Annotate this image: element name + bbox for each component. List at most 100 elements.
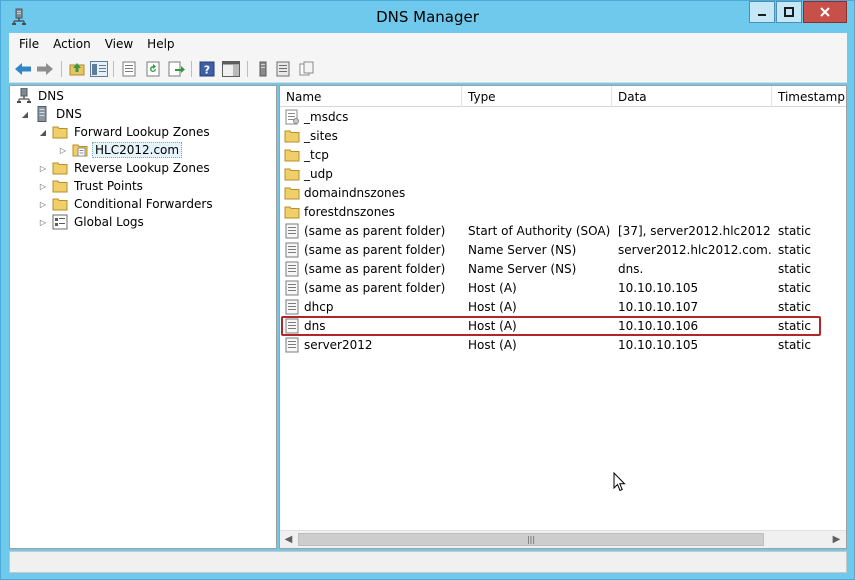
table-row[interactable]: _udp [280,164,846,183]
show-hide-tree-icon[interactable] [89,59,109,79]
cell-name: _sites [284,126,462,145]
expand-arrow-icon[interactable]: ▷ [38,181,48,191]
expand-arrow-icon[interactable]: ▷ [38,199,48,209]
forward-icon[interactable] [35,59,55,79]
menu-help[interactable]: Help [141,37,180,51]
column-header-label: Data [618,89,647,104]
tree-item-dns-server[interactable]: ◢ DNS [20,105,84,123]
column-header-name[interactable]: Name [280,86,462,107]
cell-name: server2012 [284,335,462,354]
table-row[interactable]: _msdcs [280,107,846,126]
close-button[interactable] [803,1,847,23]
tree-item-global-logs[interactable]: ▷ Global Logs [38,213,146,231]
up-folder-icon[interactable] [67,59,87,79]
menu-view[interactable]: View [99,37,139,51]
cell-type: Name Server (NS) [468,242,577,257]
back-icon[interactable] [13,59,33,79]
export-list-icon[interactable] [167,59,187,79]
table-row[interactable]: (same as parent folder) Name Server (NS) s… [280,240,846,259]
table-row[interactable]: domaindnszones [280,183,846,202]
menu-action[interactable]: Action [47,37,97,51]
tree-item-dns-root[interactable]: DNS [16,87,66,105]
table-row[interactable]: (same as parent folder) Name Server (NS) d… [280,259,846,278]
table-row[interactable]: (same as parent folder) Host (A) 10.10.10.… [280,278,846,297]
cell-data [618,164,772,183]
list-icon[interactable] [273,59,293,79]
table-row[interactable]: server2012 Host (A) 10.10.10.105 static [280,335,846,354]
cell-data [618,183,772,202]
cell-type: Host (A) [468,299,517,314]
menu-file[interactable]: File [13,37,45,51]
cell-name-text: _udp [304,166,333,181]
minimize-button[interactable] [749,1,775,23]
folder-icon [284,147,300,163]
cell-name-text: dns [304,318,326,333]
cell-name: (same as parent folder) [284,221,462,240]
column-header-data[interactable]: Data [612,86,772,107]
refresh-icon[interactable] [143,59,163,79]
tree-item-conditional-forwarders[interactable]: ▷ Conditional Forwarders [38,195,215,213]
folder-icon [284,128,300,144]
collapse-arrow-icon[interactable]: ◢ [20,109,30,119]
cell-type: Host (A) [468,280,517,295]
cell-name: dns [284,316,462,335]
cell-name: domaindnszones [284,183,462,202]
show-hide-action-pane-icon[interactable] [221,59,241,79]
cell-name-text: forestdnszones [304,204,395,219]
cell-data [618,126,772,145]
cell-name: _msdcs [284,107,462,126]
scrollbar-thumb[interactable]: ||| [298,533,764,546]
scroll-right-icon[interactable]: ▶ [828,531,845,548]
toolbar-separator [191,61,192,77]
server-icon [34,106,50,122]
table-row[interactable]: dns Host (A) 10.10.10.106 static [280,316,846,335]
tree-item-reverse-lookup-zones[interactable]: ▷ Reverse Lookup Zones [38,159,212,177]
table-row[interactable]: forestdnszones [280,202,846,221]
cell-timestamp: static [778,280,811,295]
table-row[interactable]: (same as parent folder) Start of Authorit… [280,221,846,240]
tree-item-label: Conditional Forwarders [74,197,213,211]
column-header-timestamp[interactable]: Timestamp [772,86,846,107]
record-icon [284,261,300,277]
title-bar[interactable]: DNS Manager [1,1,854,33]
maximize-button[interactable] [776,1,802,23]
cell-timestamp: static [778,337,811,352]
tree-item-label: DNS [56,107,82,121]
table-row[interactable]: dhcp Host (A) 10.10.10.107 static [280,297,846,316]
tree-item-label: HLC2012.com [92,142,183,158]
column-header-type[interactable]: Type [462,86,612,107]
cell-name-text: server2012 [304,337,373,352]
collapse-arrow-icon[interactable]: ◢ [38,127,48,137]
table-row[interactable]: _tcp [280,145,846,164]
horizontal-scrollbar[interactable]: ◀ ||| ▶ [280,530,846,548]
cell-name: (same as parent folder) [284,259,462,278]
cell-data: 10.10.10.106 [618,318,699,333]
copy-icon[interactable] [297,59,317,79]
record-icon [284,242,300,258]
table-row[interactable]: _sites [280,126,846,145]
scroll-left-icon[interactable]: ◀ [280,531,297,548]
expand-arrow-icon[interactable]: ▷ [38,217,48,227]
filter-icon[interactable] [253,59,273,79]
cell-name-text: _tcp [304,147,329,162]
cell-data: 10.10.10.105 [618,337,699,352]
toolbar: ? [9,55,847,83]
cell-name: _tcp [284,145,462,164]
dns-manager-icon [16,88,32,104]
tree-item-label: Trust Points [74,179,143,193]
folder-icon [52,160,68,176]
cell-data: server2012.hlc2012.com. [618,242,772,257]
cell-data [618,202,772,221]
cell-timestamp: static [778,299,811,314]
tree-item-trust-points[interactable]: ▷ Trust Points [38,177,145,195]
expand-arrow-icon[interactable]: ▷ [38,163,48,173]
help-icon[interactable]: ? [197,59,217,79]
cell-type [468,107,612,126]
properties-icon[interactable] [119,59,139,79]
cell-timestamp [778,107,846,126]
tree-item-zone-hlc2012[interactable]: ▷ HLC2012.com [58,141,183,159]
tree-item-forward-lookup-zones[interactable]: ◢ Forward Lookup Zones [38,123,212,141]
cell-type [468,126,612,145]
cell-timestamp [778,183,846,202]
expand-arrow-icon[interactable]: ▷ [58,145,68,155]
